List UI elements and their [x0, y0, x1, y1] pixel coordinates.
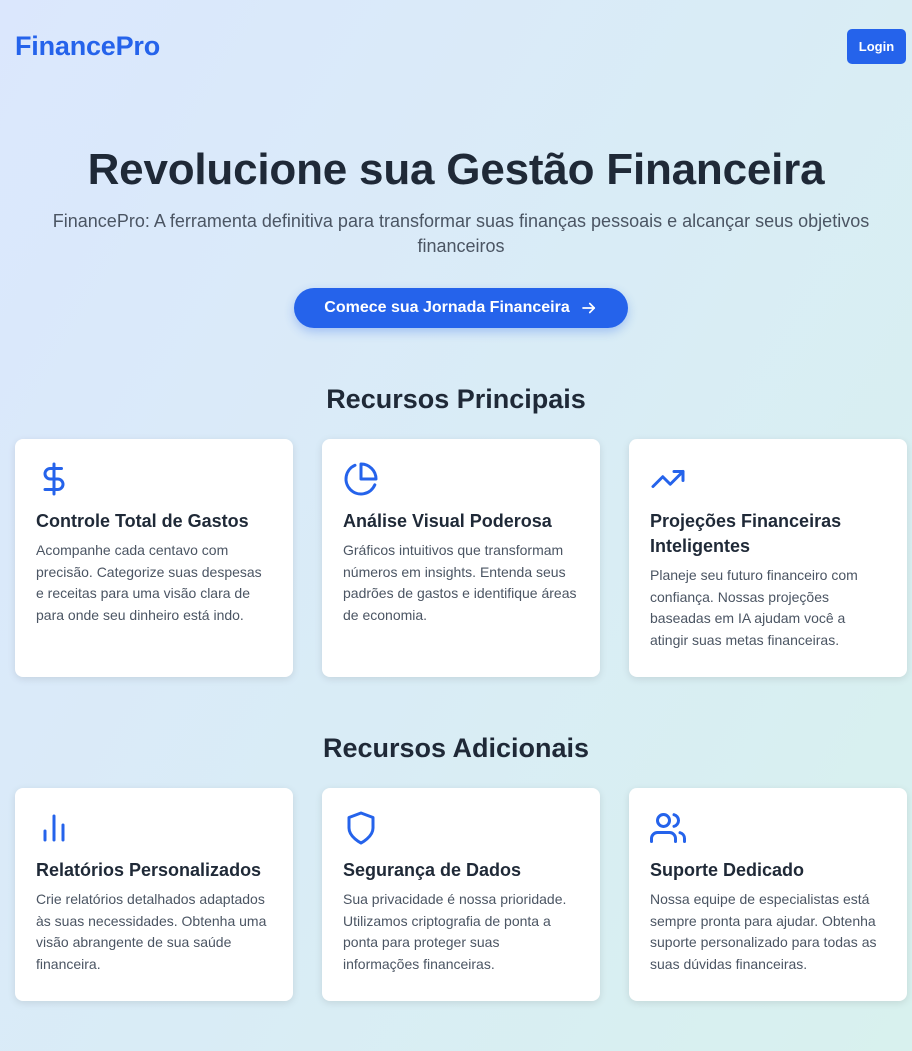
hero-subtitle: FinancePro: A ferramenta definitiva para…: [52, 211, 870, 256]
card-title: Relatórios Personalizados: [36, 860, 262, 880]
card-text: Planeje seu futuro financeiro com confia…: [650, 567, 858, 648]
card-title: Controle Total de Gastos: [36, 511, 249, 531]
card-title: Análise Visual Poderosa: [343, 511, 552, 531]
card-text: Gráficos intuitivos que transformam núme…: [343, 542, 577, 623]
shield-icon: [343, 810, 379, 846]
dollar-icon: [36, 461, 72, 497]
feature-card-security: Segurança de Dados Sua privacidade é nos…: [322, 788, 600, 1001]
card-text: Crie relatórios detalhados adaptados às …: [36, 891, 267, 972]
site-header: FinancePro Login: [0, 0, 912, 94]
login-button[interactable]: Login: [847, 29, 906, 64]
pie-chart-icon: [343, 461, 379, 497]
hero-title: Revolucione sua Gestão Financeira: [87, 145, 825, 194]
feature-card-reports: Relatórios Personalizados Crie relatório…: [15, 788, 293, 1001]
feature-card-projections: Projeções Financeiras Inteligentes Plane…: [629, 439, 907, 677]
card-title: Projeções Financeiras Inteligentes: [650, 511, 842, 556]
card-text: Acompanhe cada centavo com precisão. Cat…: [36, 542, 262, 623]
main-features-title: Recursos Principais: [326, 384, 586, 414]
trending-up-icon: [650, 461, 686, 497]
logo[interactable]: FinancePro: [15, 31, 160, 62]
card-text: Sua privacidade é nossa prioridade. Util…: [343, 891, 567, 972]
start-journey-button[interactable]: Comece sua Jornada Financeira: [294, 288, 628, 328]
arrow-right-icon: [581, 302, 595, 314]
card-title: Segurança de Dados: [343, 860, 522, 880]
start-journey-label: Comece sua Jornada Financeira: [324, 299, 570, 316]
feature-card-expense-control: Controle Total de Gastos Acompanhe cada …: [15, 439, 293, 677]
feature-card-visual-analysis: Análise Visual Poderosa Gráficos intuiti…: [322, 439, 600, 677]
card-text: Nossa equipe de especialistas está sempr…: [650, 891, 877, 972]
card-title: Suporte Dedicado: [650, 860, 805, 880]
additional-features-title: Recursos Adicionais: [322, 733, 590, 763]
bar-chart-icon: [36, 810, 72, 846]
users-icon: [650, 810, 686, 846]
feature-card-support: Suporte Dedicado Nossa equipe de especia…: [629, 788, 907, 1001]
